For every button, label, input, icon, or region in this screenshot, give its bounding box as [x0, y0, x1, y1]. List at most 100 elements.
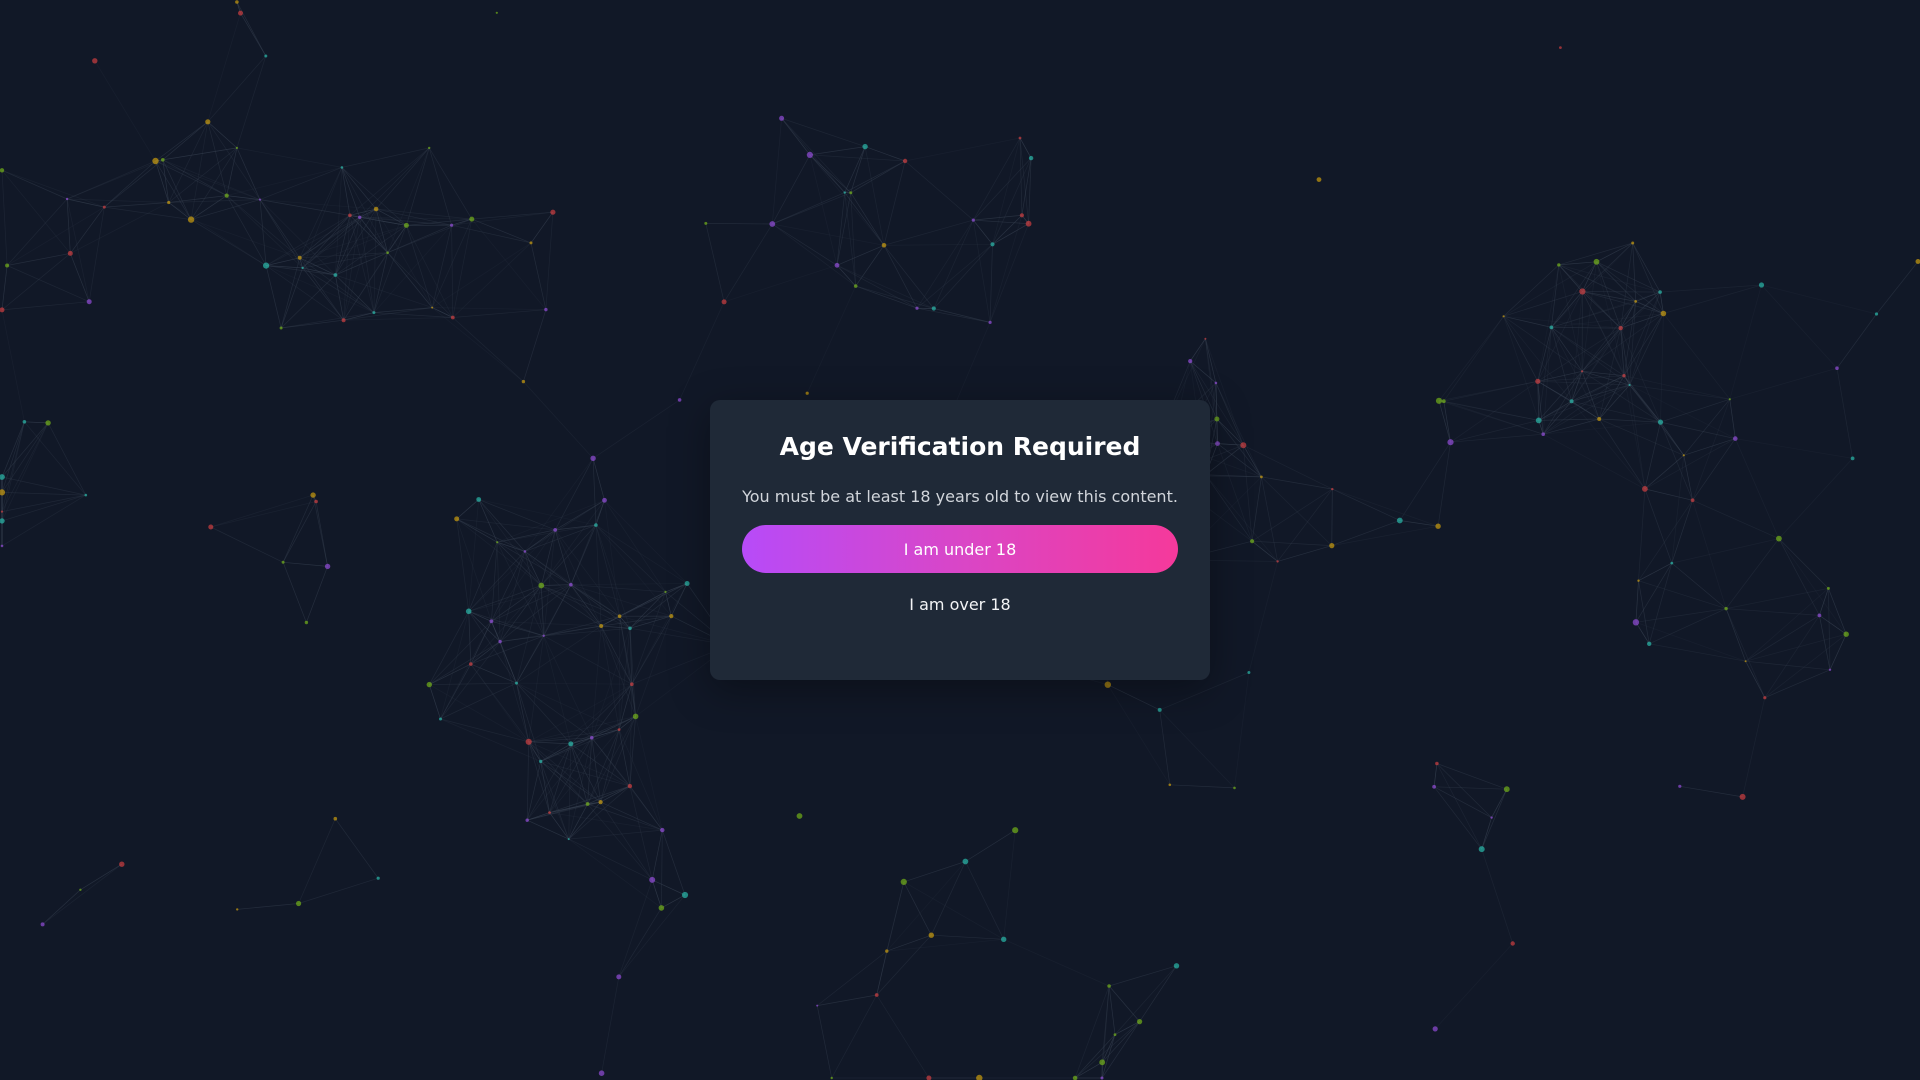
over-18-button[interactable]: I am over 18 — [897, 587, 1022, 622]
network-link — [1450, 433, 1544, 443]
network-node — [1549, 325, 1554, 330]
network-link — [540, 585, 545, 636]
network-node — [900, 878, 907, 886]
network-node — [1670, 561, 1674, 565]
network-node — [341, 318, 346, 323]
network-node — [544, 307, 548, 312]
network-node — [1441, 399, 1446, 404]
network-node — [553, 528, 558, 532]
network-link — [428, 611, 470, 685]
network-node — [567, 838, 570, 841]
network-link — [973, 214, 1022, 221]
network-link — [1251, 476, 1262, 542]
network-link — [1433, 763, 1438, 787]
network-node — [1435, 761, 1439, 766]
network-node — [224, 193, 229, 198]
network-link — [601, 976, 620, 1074]
network-link — [1443, 316, 1504, 402]
network-node — [1843, 631, 1849, 637]
network-link — [568, 743, 572, 840]
network-link — [523, 381, 594, 459]
network-node — [373, 206, 379, 212]
network-node — [495, 11, 498, 14]
network-node — [372, 311, 376, 315]
network-link — [1108, 965, 1177, 987]
network-node — [1018, 136, 1022, 140]
network-node — [849, 191, 853, 195]
network-link — [965, 829, 1016, 862]
network-link — [1217, 443, 1244, 446]
network-link — [1635, 608, 1727, 623]
network-link — [1729, 367, 1838, 400]
network-link — [1635, 580, 1639, 623]
network-link — [1599, 418, 1661, 423]
network-node — [627, 783, 633, 789]
network-link — [104, 159, 164, 208]
network-node — [602, 497, 607, 503]
network-node — [834, 262, 840, 268]
network-node — [1593, 258, 1600, 265]
network-node — [281, 560, 285, 564]
network-node — [161, 158, 165, 162]
network-link — [816, 1005, 833, 1079]
network-node — [1447, 439, 1454, 446]
network-link — [162, 159, 261, 200]
network-link — [1644, 488, 1673, 564]
network-node — [1173, 963, 1180, 969]
network-link — [1261, 476, 1278, 562]
network-node — [1682, 454, 1685, 457]
network-link — [1761, 284, 1838, 369]
network-node — [1628, 383, 1631, 387]
network-link — [42, 863, 123, 925]
network-node — [1214, 381, 1218, 385]
network-link — [1692, 399, 1731, 501]
network-link — [844, 146, 866, 193]
network-node — [1724, 606, 1728, 611]
network-link — [1277, 488, 1333, 562]
network-node — [0, 168, 5, 173]
network-node — [550, 209, 556, 215]
network-node — [971, 218, 975, 222]
network-node — [1260, 475, 1263, 479]
network-link — [298, 877, 379, 904]
network-node — [902, 158, 908, 164]
network-link — [237, 903, 299, 910]
network-link — [1671, 562, 1727, 609]
network-link — [570, 743, 631, 787]
network-link — [1450, 420, 1539, 443]
network-link — [723, 264, 838, 303]
network-link — [80, 863, 122, 891]
network-link — [259, 199, 377, 210]
network-node — [885, 949, 889, 953]
network-node — [92, 58, 98, 64]
network-link — [432, 307, 546, 310]
network-link — [1003, 938, 1110, 987]
network-node — [1329, 543, 1335, 549]
network-link — [526, 741, 530, 821]
network-link — [1481, 789, 1508, 850]
network-link — [191, 199, 261, 220]
under-18-button[interactable]: I am under 18 — [742, 525, 1178, 573]
network-link — [844, 160, 906, 193]
network-node — [1100, 1076, 1104, 1080]
network-node — [84, 493, 88, 497]
network-node — [928, 932, 934, 938]
network-link — [1543, 433, 1646, 490]
network-node — [324, 563, 331, 570]
network-link — [456, 518, 542, 586]
network-node — [258, 198, 262, 201]
network-link — [207, 12, 241, 122]
network-node — [1502, 315, 1505, 318]
network-link — [905, 137, 1021, 162]
network-node — [469, 662, 473, 666]
network-link — [1277, 545, 1332, 562]
network-link — [1671, 500, 1693, 564]
network-link — [933, 308, 991, 323]
network-link — [1745, 615, 1820, 662]
network-link — [1734, 438, 1780, 539]
network-link — [468, 610, 544, 637]
network-node — [1728, 398, 1731, 401]
network-node — [238, 10, 243, 16]
network-link — [1683, 455, 1693, 501]
network-link — [281, 319, 344, 329]
